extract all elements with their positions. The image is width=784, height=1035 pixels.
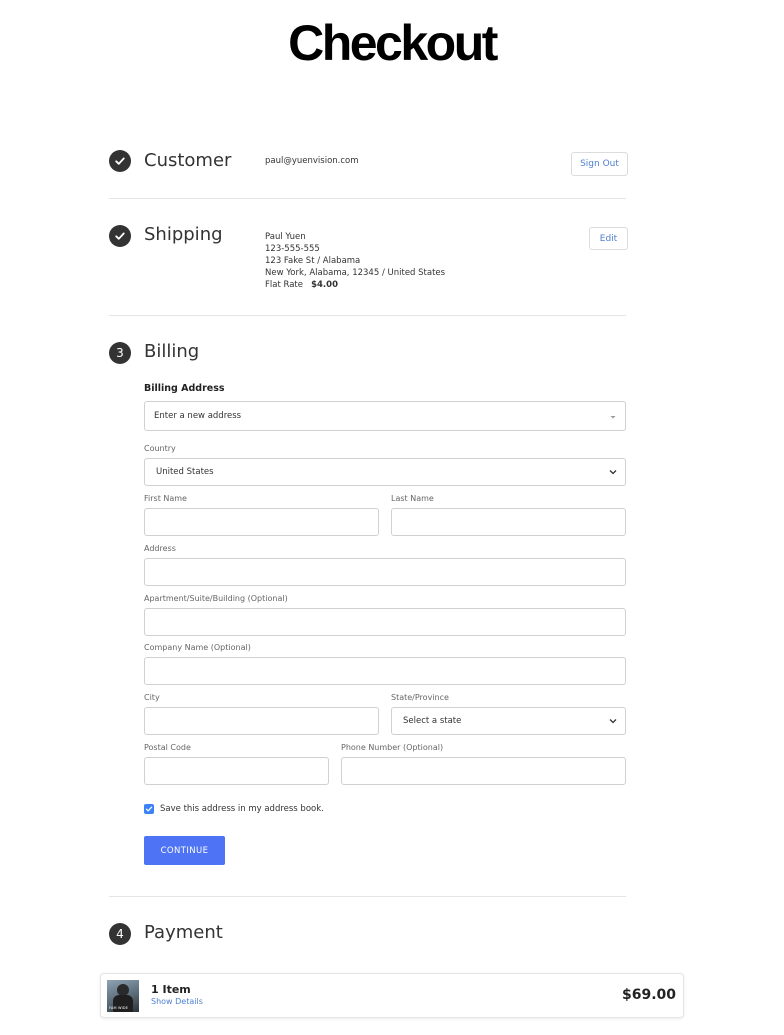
divider — [109, 198, 626, 199]
billing-address-title: Billing Address — [144, 383, 225, 394]
company-label: Company Name (Optional) — [144, 643, 251, 652]
chevron-down-icon — [609, 719, 617, 724]
checkmark-icon — [145, 806, 153, 812]
customer-step: Customer — [109, 150, 626, 174]
shipping-method-label: Flat Rate — [265, 280, 303, 290]
cart-summary-bar[interactable]: FAM WIDE 1 Item Show Details $69.00 — [100, 973, 684, 1018]
sign-out-button[interactable]: Sign Out — [571, 152, 628, 176]
first-name-field[interactable] — [144, 508, 379, 536]
postal-code-field[interactable] — [144, 757, 329, 785]
divider — [109, 315, 626, 316]
product-thumbnail-text: FAM WIDE — [109, 1006, 129, 1010]
saved-address-select[interactable]: Enter a new address — [144, 401, 626, 431]
show-details-link[interactable]: Show Details — [151, 997, 203, 1006]
address-field[interactable] — [144, 558, 626, 586]
shipping-method: Flat Rate $4.00 — [265, 279, 445, 291]
city-label: City — [144, 693, 160, 702]
state-select[interactable]: Select a state — [391, 707, 626, 735]
company-field[interactable] — [144, 657, 626, 685]
save-address-row: Save this address in my address book. — [144, 804, 324, 814]
page-title: Checkout — [288, 15, 498, 71]
divider — [109, 896, 626, 897]
shipping-city-line: New York, Alabama, 12345 / United States — [265, 268, 446, 278]
shipping-heading: Shipping — [144, 224, 223, 245]
billing-step: 3 Billing — [109, 341, 626, 365]
state-value: Select a state — [403, 716, 462, 726]
customer-heading: Customer — [144, 150, 232, 171]
cart-total: $69.00 — [621, 987, 676, 1003]
first-name-label: First Name — [144, 494, 187, 503]
apartment-label: Apartment/Suite/Building (Optional) — [144, 594, 288, 603]
step-number-badge: 3 — [109, 342, 131, 364]
caret-down-icon — [610, 416, 616, 419]
cart-item-count: 1 Item — [151, 983, 191, 996]
payment-heading: Payment — [144, 922, 223, 943]
product-thumbnail: FAM WIDE — [107, 980, 139, 1012]
last-name-label: Last Name — [391, 494, 434, 503]
check-circle-icon — [109, 225, 131, 247]
postal-code-label: Postal Code — [144, 743, 191, 752]
shipping-phone: 123-555-555 — [265, 244, 320, 254]
country-select[interactable]: United States — [144, 458, 626, 486]
saved-address-value: Enter a new address — [154, 411, 242, 421]
shipping-name: Paul Yuen — [265, 232, 306, 242]
save-address-label: Save this address in my address book. — [160, 804, 324, 814]
shipping-method-price: $4.00 — [311, 280, 338, 290]
edit-shipping-button[interactable]: Edit — [589, 227, 628, 250]
shipping-street: 123 Fake St / Alabama — [265, 256, 361, 266]
chevron-down-icon — [609, 470, 617, 475]
check-circle-icon — [109, 150, 131, 172]
shipping-address-block: Paul Yuen 123-555-555 123 Fake St / Alab… — [265, 231, 445, 291]
country-value: United States — [156, 467, 214, 477]
billing-heading: Billing — [144, 341, 200, 362]
step-number-badge: 4 — [109, 923, 131, 945]
customer-email: paul@yuenvision.com — [265, 156, 359, 166]
phone-field[interactable] — [341, 757, 626, 785]
save-address-checkbox[interactable] — [144, 804, 154, 814]
apartment-field[interactable] — [144, 608, 626, 636]
last-name-field[interactable] — [391, 508, 626, 536]
phone-label: Phone Number (Optional) — [341, 743, 444, 752]
city-field[interactable] — [144, 707, 379, 735]
country-label: Country — [144, 444, 176, 453]
continue-button[interactable]: CONTINUE — [144, 836, 225, 865]
address-label: Address — [144, 544, 176, 553]
payment-step: 4 Payment — [109, 922, 626, 946]
state-label: State/Province — [391, 693, 449, 702]
